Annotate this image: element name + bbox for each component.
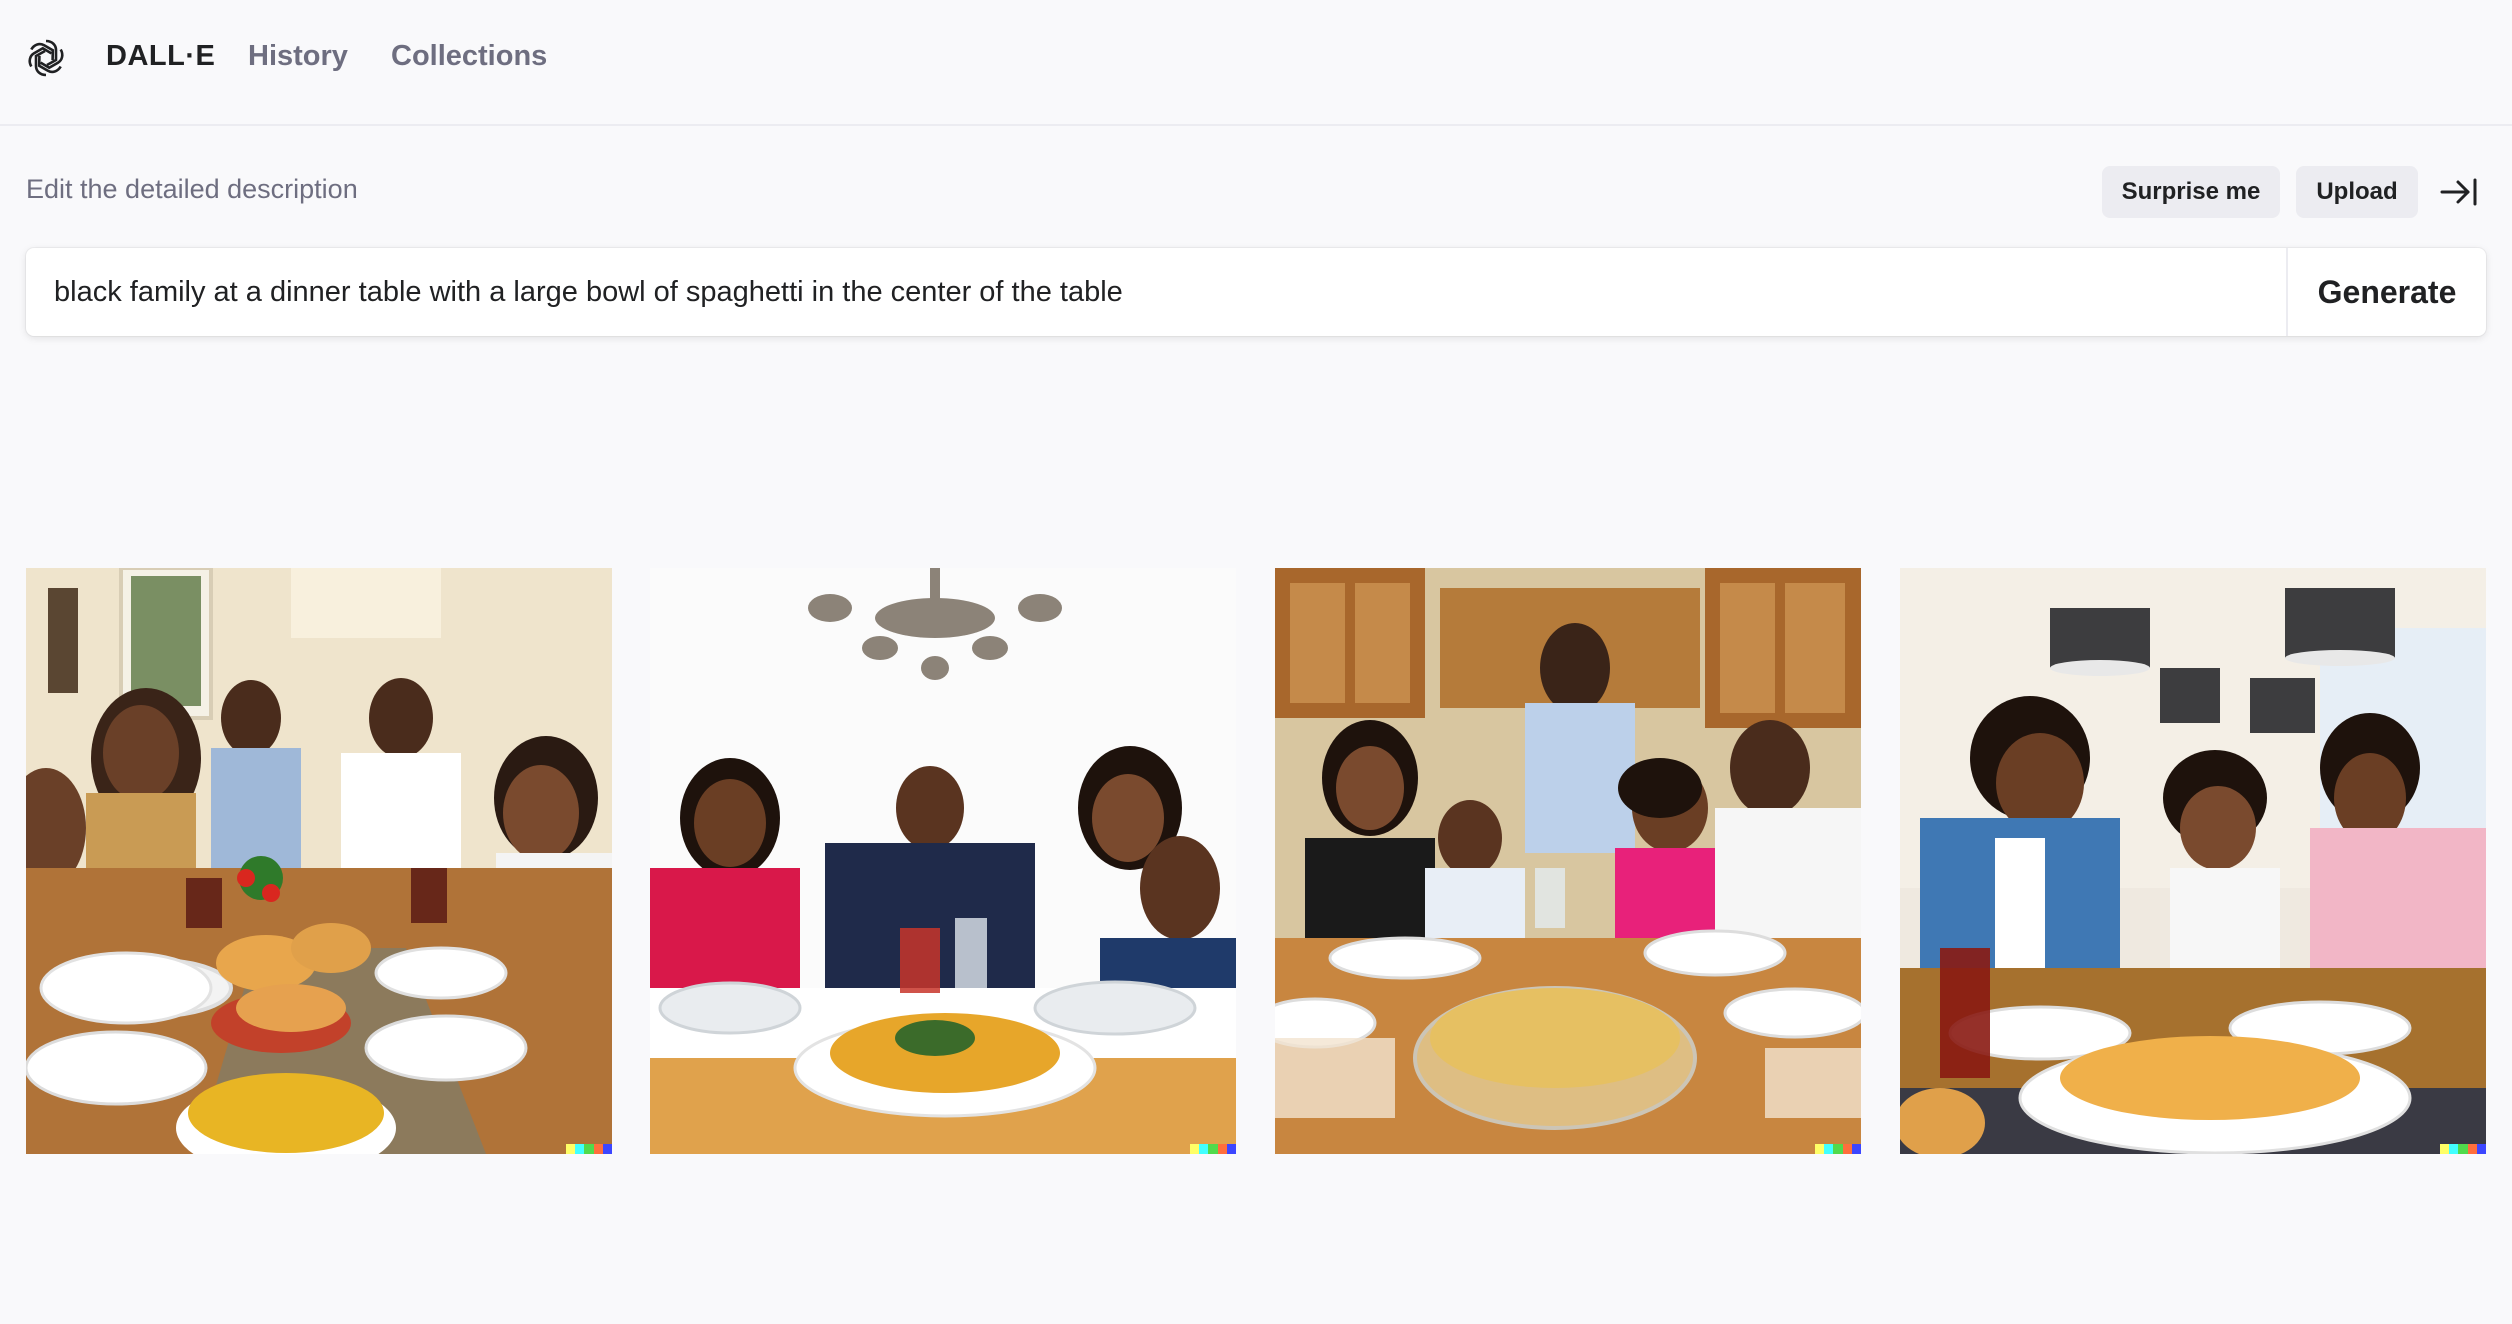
sig-cyan: [2449, 1144, 2459, 1154]
openai-logo-icon[interactable]: [24, 36, 68, 80]
sig-green: [1833, 1144, 1843, 1154]
result-image-2-picture: [650, 568, 1236, 1154]
sig-cyan: [1824, 1144, 1834, 1154]
result-image-4-picture: [1900, 568, 2486, 1154]
sig-yellow: [566, 1144, 576, 1154]
nav-history[interactable]: History: [248, 40, 348, 73]
sig-red: [1842, 1144, 1852, 1154]
sig-red: [1217, 1144, 1227, 1154]
result-image-3-picture: [1275, 568, 1861, 1154]
result-image-3[interactable]: [1275, 568, 1861, 1154]
upload-button[interactable]: Upload: [2296, 166, 2418, 218]
sig-yellow: [2440, 1144, 2450, 1154]
sig-green: [1208, 1144, 1218, 1154]
sig-green: [2458, 1144, 2468, 1154]
dalle-signature: [1815, 1144, 1861, 1154]
sig-red: [593, 1144, 603, 1154]
sig-yellow: [1815, 1144, 1825, 1154]
generate-button[interactable]: Generate: [2288, 248, 2486, 336]
result-image-1[interactable]: [26, 568, 612, 1154]
sig-blue: [2476, 1144, 2486, 1154]
sig-green: [584, 1144, 594, 1154]
sig-blue: [1226, 1144, 1236, 1154]
dalle-signature: [2440, 1144, 2486, 1154]
prompt-bar: Generate: [26, 248, 2486, 336]
result-image-2[interactable]: [650, 568, 1236, 1154]
dalle-signature: [566, 1144, 612, 1154]
dalle-signature: [1190, 1144, 1236, 1154]
sig-cyan: [575, 1144, 585, 1154]
brand-title[interactable]: DALL·E: [106, 40, 215, 73]
sig-cyan: [1199, 1144, 1209, 1154]
result-image-1-picture: [26, 568, 612, 1154]
sig-red: [2467, 1144, 2477, 1154]
sig-blue: [1851, 1144, 1861, 1154]
prompt-input[interactable]: [26, 248, 2286, 336]
collapse-right-icon[interactable]: [2438, 172, 2480, 212]
result-image-4[interactable]: [1900, 568, 2486, 1154]
prompt-label: Edit the detailed description: [26, 174, 358, 204]
sig-blue: [602, 1144, 612, 1154]
nav-collections[interactable]: Collections: [391, 40, 547, 73]
surprise-me-button[interactable]: Surprise me: [2102, 166, 2280, 218]
sig-yellow: [1190, 1144, 1200, 1154]
top-nav-bar: DALL·E History Collections: [0, 0, 2512, 126]
